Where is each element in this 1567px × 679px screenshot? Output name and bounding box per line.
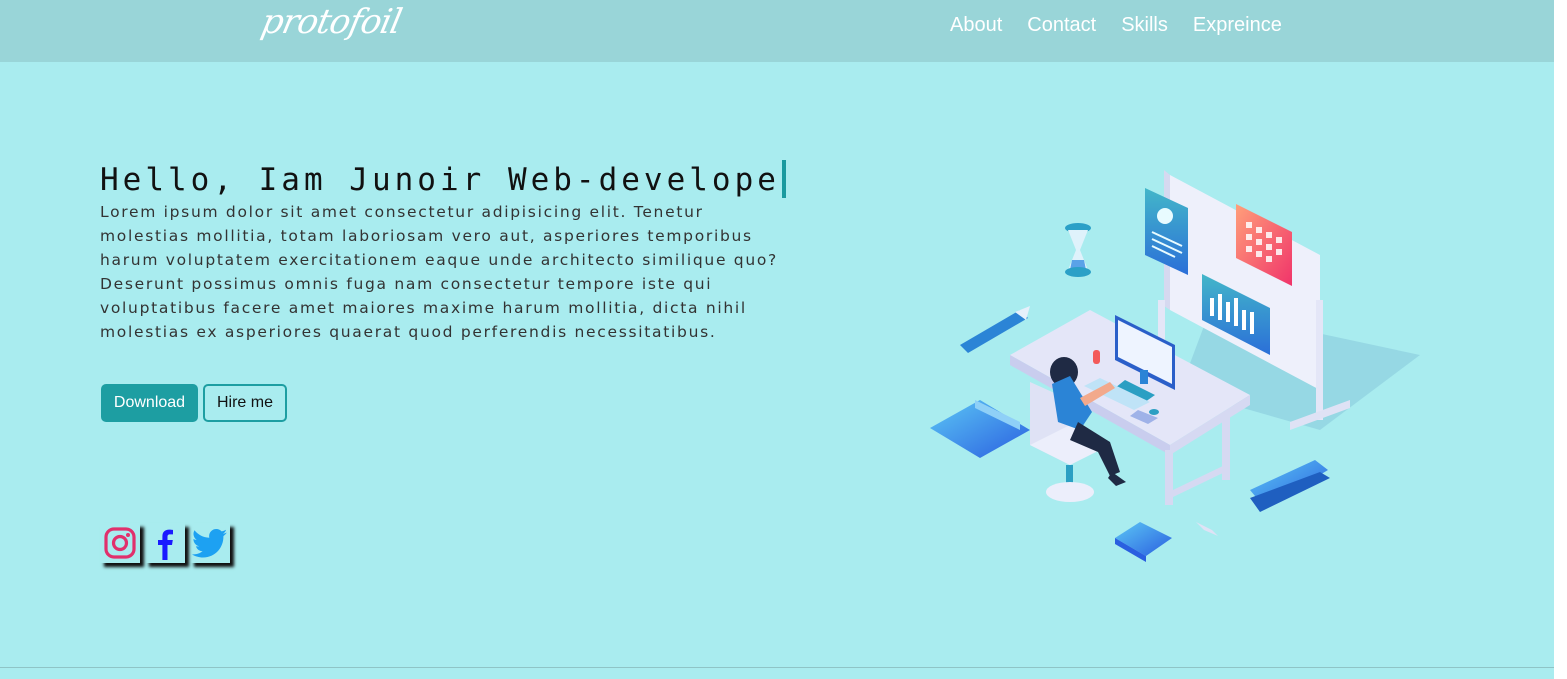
nav-link-experience[interactable]: Expreince [1193, 12, 1282, 38]
nav-links: About Contact Skills Expreince [950, 12, 1307, 38]
facebook-link[interactable] [145, 523, 185, 563]
download-button[interactable]: Download [101, 384, 198, 422]
nav-link-contact[interactable]: Contact [1027, 12, 1096, 38]
hero-title: Hello, Iam Junoir Web-develope [100, 160, 786, 200]
twitter-icon [192, 527, 228, 559]
hire-me-button[interactable]: Hire me [203, 384, 287, 422]
page-right-edge [1554, 0, 1567, 679]
nav-link-about[interactable]: About [950, 12, 1002, 38]
footer-divider [0, 667, 1554, 668]
navbar: protofoil About Contact Skills Expreince [0, 0, 1554, 62]
instagram-icon [103, 526, 137, 560]
twitter-link[interactable] [190, 523, 230, 563]
instagram-link[interactable] [100, 523, 140, 563]
hero-title-text: Hello, Iam Junoir Web-develope [100, 162, 780, 198]
brand-logo[interactable]: protofoil [258, 2, 405, 42]
hero-illustration [920, 160, 1430, 585]
hero-description: Lorem ipsum dolor sit amet consectetur a… [100, 203, 778, 341]
social-links [100, 523, 235, 563]
nav-link-skills[interactable]: Skills [1121, 12, 1168, 38]
facebook-icon [148, 526, 182, 560]
typing-caret [781, 160, 786, 198]
